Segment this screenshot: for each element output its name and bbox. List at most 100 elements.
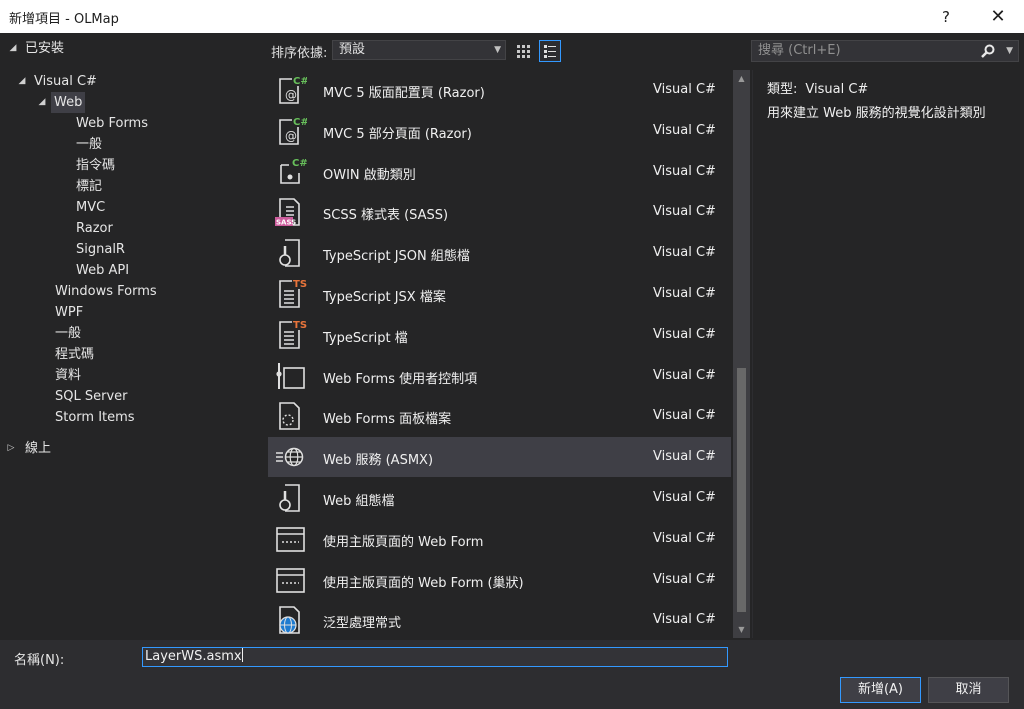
template-name: OWIN 啟動類別	[323, 167, 416, 183]
config-icon	[279, 239, 300, 267]
svg-text:@: @	[285, 129, 297, 143]
window-title: 新增項目 - OLMap	[9, 12, 119, 27]
typescript-icon: TS	[279, 318, 307, 349]
tree-node-web-child-1[interactable]: 一般	[0, 134, 266, 155]
tree-node-web-child-4[interactable]: MVC	[0, 197, 266, 218]
template-language: Visual C#	[653, 367, 716, 383]
template-item[interactable]: SASS SCSS 樣式表 (SASS) Visual C#	[268, 192, 731, 232]
collapsed-arrow-icon[interactable]: ▷	[5, 438, 17, 459]
template-name: MVC 5 版面配置頁 (Razor)	[323, 86, 485, 101]
template-language: Visual C#	[653, 326, 716, 342]
search-input[interactable]: 搜尋 (Ctrl+E) ▼	[751, 40, 1019, 62]
svg-text:@: @	[285, 88, 297, 102]
template-language: Visual C#	[653, 530, 716, 546]
template-name: Web 組態檔	[323, 494, 395, 509]
tree-node-csharp-child-0[interactable]: Windows Forms	[0, 281, 266, 302]
template-item[interactable]: @C# MVC 5 部分頁面 (Razor) Visual C#	[268, 111, 731, 151]
template-name: 泛型處理常式	[323, 616, 402, 632]
template-item[interactable]: 使用主版頁面的 Web Form (巢狀) Visual C#	[268, 560, 731, 600]
tree-node-installed[interactable]: ◢ 已安裝	[0, 38, 266, 59]
tree-node-web-child-label: 一般	[76, 137, 103, 152]
template-item[interactable]: Web Forms 使用者控制項 Visual C#	[268, 356, 731, 396]
template-item[interactable]: Web Forms 面板檔案 Visual C#	[268, 396, 731, 436]
tree-node-web-child-2[interactable]: 指令碼	[0, 155, 266, 176]
template-description: 用來建立 Web 服務的視覺化設計類別	[767, 106, 986, 121]
sort-label: 排序依據:	[271, 46, 328, 61]
user-control-icon	[276, 362, 305, 389]
template-language: Visual C#	[653, 408, 716, 424]
template-name: Web 服務 (ASMX)	[323, 453, 434, 469]
scrollbar-thumb[interactable]	[737, 368, 746, 612]
master-page-icon	[276, 526, 305, 552]
expanded-arrow-icon[interactable]: ◢	[36, 92, 48, 113]
scss-icon: SASS	[275, 198, 300, 227]
template-item[interactable]: 使用主版頁面的 Web Form Visual C#	[268, 519, 731, 559]
template-item[interactable]: Web 組態檔 Visual C#	[268, 478, 731, 518]
chevron-down-icon[interactable]: ▼	[1006, 41, 1013, 61]
cancel-button[interactable]: 取消	[928, 677, 1009, 703]
sort-dropdown[interactable]: 預設 ▼	[332, 40, 506, 60]
template-language: Visual C#	[653, 122, 716, 138]
tree-node-web[interactable]: ◢ Web	[0, 92, 266, 113]
tree-node-csharp-child-3[interactable]: 程式碼	[0, 344, 266, 365]
tree-node-web-child-0[interactable]: Web Forms	[0, 113, 266, 134]
template-item[interactable]: C# OWIN 啟動類別 Visual C#	[268, 152, 731, 192]
name-field[interactable]: LayerWS.asmx	[142, 647, 728, 667]
template-item[interactable]: 泛型處理常式 Visual C#	[268, 600, 731, 640]
tree-node-csharp-child-4[interactable]: 資料	[0, 365, 266, 386]
web-service-icon	[276, 447, 304, 467]
template-item[interactable]: TS TypeScript 檔 Visual C#	[268, 315, 731, 355]
expanded-arrow-icon[interactable]: ◢	[16, 71, 28, 92]
template-item[interactable]: @C# MVC 5 版面配置頁 (Razor) Visual C#	[268, 70, 731, 110]
grid-icon	[517, 45, 530, 58]
template-item[interactable]: TypeScript JSON 組態檔 Visual C#	[268, 233, 731, 273]
template-language: Visual C#	[653, 286, 716, 301]
svg-text:C#: C#	[293, 117, 307, 128]
tree-node-csharp-child-6[interactable]: Storm Items	[0, 407, 266, 428]
help-button[interactable]: ?	[934, 5, 958, 29]
tree-node-csharp-child-2[interactable]: 一般	[0, 323, 266, 344]
svg-text:TS: TS	[293, 320, 307, 331]
template-name: TypeScript 檔	[323, 330, 408, 346]
generic-handler-icon	[279, 606, 300, 635]
template-item[interactable]: TS TypeScript JSX 檔案 Visual C#	[268, 274, 731, 314]
tree-node-csharp-child-5[interactable]: SQL Server	[0, 386, 266, 407]
template-language: Visual C#	[653, 490, 716, 505]
details-panel: 類型: Visual C# 用來建立 Web 服務的視覺化設計類別	[752, 70, 1024, 638]
template-name: Web Forms 使用者控制項	[323, 371, 478, 387]
small-icons-view-button[interactable]	[512, 40, 534, 62]
skin-file-icon	[279, 402, 300, 431]
template-language: Visual C#	[653, 204, 716, 220]
typescript-icon: TS	[279, 278, 307, 308]
tree-node-web-child-3[interactable]: 標記	[0, 176, 266, 197]
tree-node-web-child-label: 指令碼	[76, 158, 116, 173]
tree-node-web-child-6[interactable]: SignalR	[0, 239, 266, 260]
close-button[interactable]: ✕	[984, 4, 1012, 30]
tree-node-web-child-5[interactable]: Razor	[0, 218, 266, 239]
tree-label-online: 線上	[25, 441, 52, 456]
tree-node-online[interactable]: ▷ 線上	[0, 438, 266, 459]
template-name: TypeScript JSX 檔案	[323, 290, 446, 305]
scroll-down-arrow-icon[interactable]: ▼	[733, 621, 750, 638]
scroll-up-arrow-icon[interactable]: ▲	[733, 70, 750, 87]
razor-icon: @C#	[279, 114, 307, 145]
template-name: TypeScript JSON 組態檔	[323, 249, 470, 265]
add-button[interactable]: 新增(A)	[840, 677, 921, 703]
type-row: 類型: Visual C#	[767, 78, 868, 97]
search-icon[interactable]	[980, 43, 996, 59]
template-name: SCSS 樣式表 (SASS)	[323, 208, 449, 224]
tree-node-csharp-child-label: 一般	[55, 326, 82, 341]
template-list-scrollbar[interactable]: ▲ ▼	[733, 70, 750, 638]
expanded-arrow-icon[interactable]: ◢	[7, 38, 19, 59]
template-item[interactable]: Web 服務 (ASMX) Visual C#	[268, 437, 731, 478]
tree-node-web-child-7[interactable]: Web API	[0, 260, 266, 281]
template-language: Visual C#	[653, 449, 716, 465]
tree-node-csharp-child-1[interactable]: WPF	[0, 302, 266, 323]
tree-node-web-child-label: Web API	[76, 263, 130, 278]
details-view-button[interactable]	[539, 40, 561, 62]
tree-node-visual-csharp[interactable]: ◢ Visual C#	[0, 71, 266, 92]
tree-node-csharp-child-label: Storm Items	[55, 410, 135, 425]
svg-text:C#: C#	[293, 76, 307, 87]
tree-node-web-child-label: 標記	[76, 179, 103, 194]
tree-node-csharp-child-label: Windows Forms	[55, 284, 157, 299]
